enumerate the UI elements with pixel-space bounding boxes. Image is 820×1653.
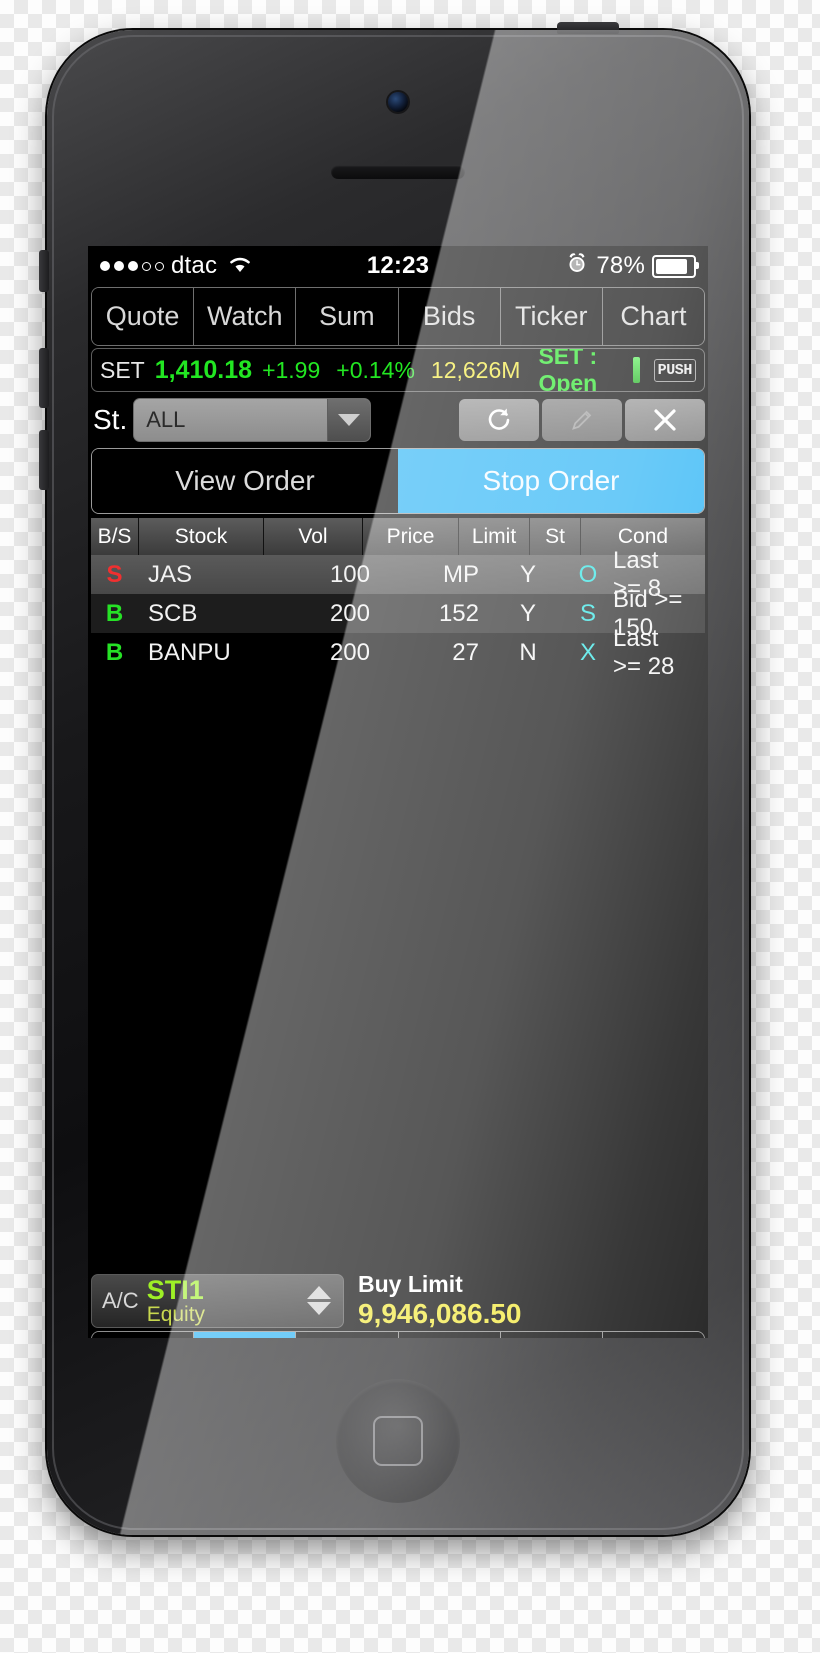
home-button[interactable] [336,1379,460,1503]
view-order-tab[interactable]: View Order [92,449,398,513]
clock-label: 12:23 [366,252,430,279]
row-status: X [579,638,596,666]
row-limit: Y [519,560,536,588]
column-header-stock[interactable]: Stock [139,518,264,555]
index-change-percent-label: +0.14% [336,356,415,383]
row-stock: SCB [148,599,198,627]
column-header-limit[interactable]: Limit [459,518,530,555]
account-id-label: STI1 [146,1274,204,1305]
status-filter-label: St. [93,404,128,435]
row-price: MP [443,560,479,588]
alarm-clock-icon [565,251,589,282]
market-volume-label: 12,626M [430,356,521,383]
tab-sum[interactable]: Sum [296,288,399,345]
market-status-indicator [633,357,640,383]
row-bs: B [105,638,124,666]
account-bar: A/C STI1 Equity Buy Limit 9,946,086.50 [91,1270,705,1329]
refresh-button[interactable] [459,399,539,441]
row-stock: BANPU [148,638,231,666]
home-button-square-icon [373,1416,423,1466]
account-tag-label: A/C [102,1287,139,1313]
order-table-empty-area [88,672,708,1273]
row-stock: JAS [148,560,193,588]
market-ticker-bar[interactable]: SET 1,410.18 +1.99 +0.14% 12,626M SET : … [91,348,705,392]
volume-down-button[interactable] [39,430,49,490]
nav-alert[interactable]: Alert [500,1332,603,1338]
row-limit: N [519,638,537,666]
nav-market[interactable]: Market [92,1332,195,1338]
power-button[interactable] [557,22,619,34]
row-vol: 200 [329,638,370,666]
carrier-label: dtac [171,252,218,279]
buy-limit-label: Buy Limit [358,1270,463,1297]
index-change-label: +1.99 [262,356,321,383]
status-filter-dropdown[interactable]: ALL [133,398,372,442]
row-status: O [578,560,598,588]
tab-chart[interactable]: Chart [602,288,704,345]
row-price: 152 [438,599,479,627]
column-header-price[interactable]: Price [363,518,459,555]
phone-device: dtac 12:23 78% Quote Watch Sum Bids Tick… [39,22,749,1535]
push-badge[interactable]: PUSH [653,358,696,382]
edit-button[interactable] [542,399,622,441]
top-tab-bar: Quote Watch Sum Bids Ticker Chart [91,287,705,346]
tab-watch[interactable]: Watch [194,288,297,345]
buy-limit-value: 9,946,086.50 [358,1297,522,1329]
tab-quote[interactable]: Quote [92,288,195,345]
chevron-down-icon [327,399,371,441]
signal-strength-icon [100,261,164,271]
row-bs: S [106,560,123,588]
account-stepper[interactable] [307,1286,343,1315]
row-bs: B [105,599,124,627]
account-selector[interactable]: A/C STI1 Equity [91,1273,344,1328]
close-button[interactable] [625,399,705,441]
row-vol: 200 [329,599,370,627]
tab-bids[interactable]: Bids [398,288,501,345]
account-type-label: Equity [146,1302,206,1326]
order-mode-segmented-control: View Order Stop Order [91,448,705,514]
row-cond: Last >= 28 [613,624,675,680]
row-status: S [579,599,596,627]
volume-up-button[interactable] [39,348,49,408]
wifi-icon [227,253,253,280]
tab-ticker[interactable]: Ticker [500,288,603,345]
front-camera-icon [388,92,408,112]
battery-icon [652,254,700,278]
status-filter-value: ALL [146,407,186,432]
earpiece-speaker [331,165,465,179]
table-row[interactable]: B BANPU 200 27 N X Last >= 28 [91,624,705,680]
index-value-label: 1,410.18 [154,355,253,384]
stop-order-tab[interactable]: Stop Order [398,449,704,513]
mute-switch[interactable] [39,250,49,292]
nav-logout[interactable]: Logout [602,1332,704,1338]
bottom-nav-bar: Market Order B/S Port Alert Logout [91,1331,705,1338]
index-name-label: SET [100,356,145,383]
column-header-st[interactable]: St [530,518,581,555]
row-vol: 100 [329,560,370,588]
status-filter-row: St. ALL [91,396,705,444]
chevron-down-icon[interactable] [307,1302,331,1315]
nav-port[interactable]: Port [398,1332,501,1338]
nav-order[interactable]: Order [194,1332,297,1338]
column-header-vol[interactable]: Vol [264,518,363,555]
market-status-label: SET : Open [538,348,598,392]
column-header-bs[interactable]: B/S [91,518,139,555]
row-limit: Y [519,599,536,627]
status-bar: dtac 12:23 78% [88,246,708,286]
chevron-up-icon[interactable] [307,1286,331,1299]
battery-percent-label: 78% [596,252,646,279]
row-price: 27 [452,638,479,666]
phone-screen: dtac 12:23 78% Quote Watch Sum Bids Tick… [88,246,708,1338]
nav-bs[interactable]: B/S [296,1332,399,1338]
